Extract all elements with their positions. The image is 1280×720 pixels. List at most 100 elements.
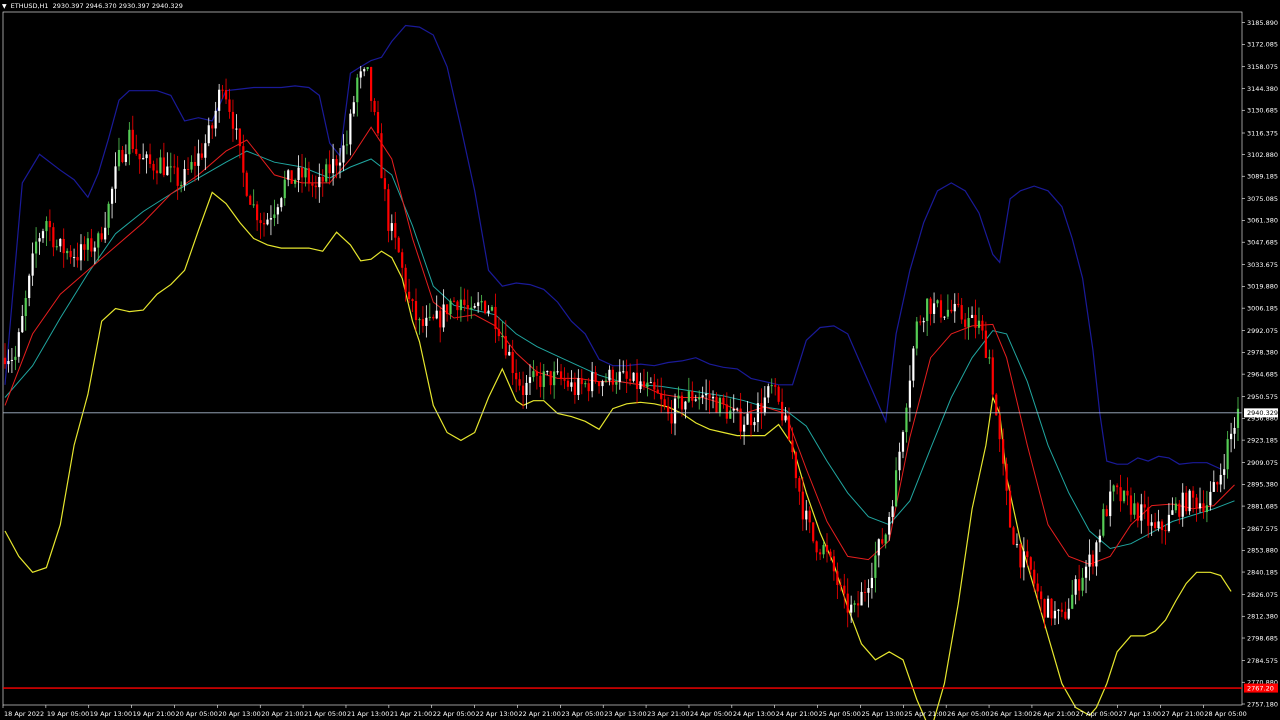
candle-body (1071, 594, 1074, 609)
candle-body (1102, 509, 1105, 536)
candle-body (124, 154, 127, 162)
candle-body (249, 195, 252, 205)
candle-body (1171, 510, 1174, 515)
price-tick-label: 2964.685 (1247, 370, 1278, 378)
candle-body (401, 252, 404, 268)
candle-body (856, 603, 860, 606)
candle-body (473, 305, 476, 308)
candle-body (169, 166, 172, 168)
candle-body (1074, 579, 1077, 595)
candle-body (908, 380, 911, 408)
candle-body (466, 305, 469, 310)
candle-body (325, 164, 328, 182)
candle-body (642, 381, 646, 388)
time-tick-label: 22 Apr 13:00 (476, 710, 518, 718)
candle-body (1057, 609, 1060, 611)
time-tick-label: 23 Apr 05:00 (561, 710, 603, 718)
candle-body (3, 357, 7, 365)
candle-body (725, 404, 728, 419)
candle-body (235, 128, 238, 130)
candle-body (521, 385, 525, 396)
candle-body (1167, 514, 1171, 531)
candle-body (459, 299, 462, 311)
candle-body (787, 415, 791, 441)
candle-body (332, 159, 335, 174)
price-axis: 3185.890 3172.085 3158.075 3144.380 3130.685… (1242, 19, 1278, 708)
candle-body (749, 413, 753, 426)
candle-body (618, 371, 621, 382)
candle-body (138, 153, 141, 160)
candle-body (10, 359, 14, 362)
candle-body (269, 218, 273, 220)
candle-body (1129, 495, 1133, 515)
time-tick-label: 24 Apr 21:00 (776, 710, 818, 718)
candle-body (822, 545, 825, 555)
candle-body (1236, 408, 1240, 428)
price-chart[interactable]: 3185.890 3172.085 3158.075 3144.380 3130.685… (0, 0, 1280, 720)
candle-body (338, 162, 342, 166)
candle-body (69, 250, 72, 258)
candle-body (494, 306, 497, 330)
price-tick-label: 3061.380 (1247, 217, 1278, 225)
candle-body (1053, 610, 1057, 619)
candle-body (110, 188, 114, 204)
candle-body (1022, 551, 1025, 568)
candle-body (200, 153, 203, 158)
time-tick-label: 27 Apr 21:00 (1162, 710, 1204, 718)
candle-body (335, 159, 338, 166)
candle-body (449, 300, 452, 315)
candle-body (946, 309, 949, 317)
candle-body (691, 391, 694, 401)
candle-body (1216, 482, 1219, 485)
candle-body (591, 372, 594, 392)
candle-body (1226, 439, 1229, 470)
candle-body (1198, 503, 1202, 509)
candle-body (984, 330, 987, 358)
candle-body (846, 593, 849, 613)
candle-body (318, 176, 321, 188)
time-tick-label: 21 Apr 21:00 (390, 710, 432, 718)
candle-body (276, 207, 279, 215)
candle-body (83, 244, 86, 250)
candle-body (352, 102, 355, 114)
candle-body (1033, 569, 1036, 584)
candle-body (307, 168, 311, 184)
candle-body (34, 241, 38, 254)
candle-body (380, 133, 383, 179)
price-tick-label: 2978.380 (1247, 349, 1278, 357)
time-tick-label: 25 Apr 13:00 (861, 710, 903, 718)
candle-body (632, 372, 635, 381)
price-tick-label: 2853.880 (1247, 547, 1278, 555)
candle-body (1188, 490, 1191, 512)
candle-body (646, 382, 649, 388)
candle-body (711, 396, 715, 399)
candle-body (891, 506, 894, 517)
candle-body (366, 67, 369, 70)
candle-body (256, 204, 259, 221)
candle-body (639, 381, 642, 390)
candle-body (991, 357, 994, 395)
candle-body (535, 371, 538, 376)
candle-body (204, 143, 207, 158)
candle-body (905, 407, 908, 433)
candle-body (17, 332, 20, 357)
candle-body (1122, 490, 1126, 502)
price-tick-label: 3019.880 (1247, 283, 1278, 291)
candle-body (932, 303, 936, 314)
candle-body (729, 410, 732, 419)
candle-body (870, 577, 873, 589)
candle-body (784, 415, 787, 421)
time-tick-label: 20 Apr 13:00 (218, 710, 260, 718)
candle-body (746, 413, 749, 425)
candle-body (629, 378, 632, 381)
candle-body (21, 316, 24, 333)
candle-body (1160, 521, 1164, 531)
time-tick-label: 21 Apr 05:00 (304, 710, 346, 718)
candle-body (259, 220, 262, 224)
candle-body (1012, 527, 1015, 545)
time-tick-label: 22 Apr 21:00 (518, 710, 560, 718)
candle-body (698, 397, 701, 400)
candle-body (159, 157, 162, 174)
candle-body (915, 321, 918, 349)
candle-body (107, 203, 110, 228)
